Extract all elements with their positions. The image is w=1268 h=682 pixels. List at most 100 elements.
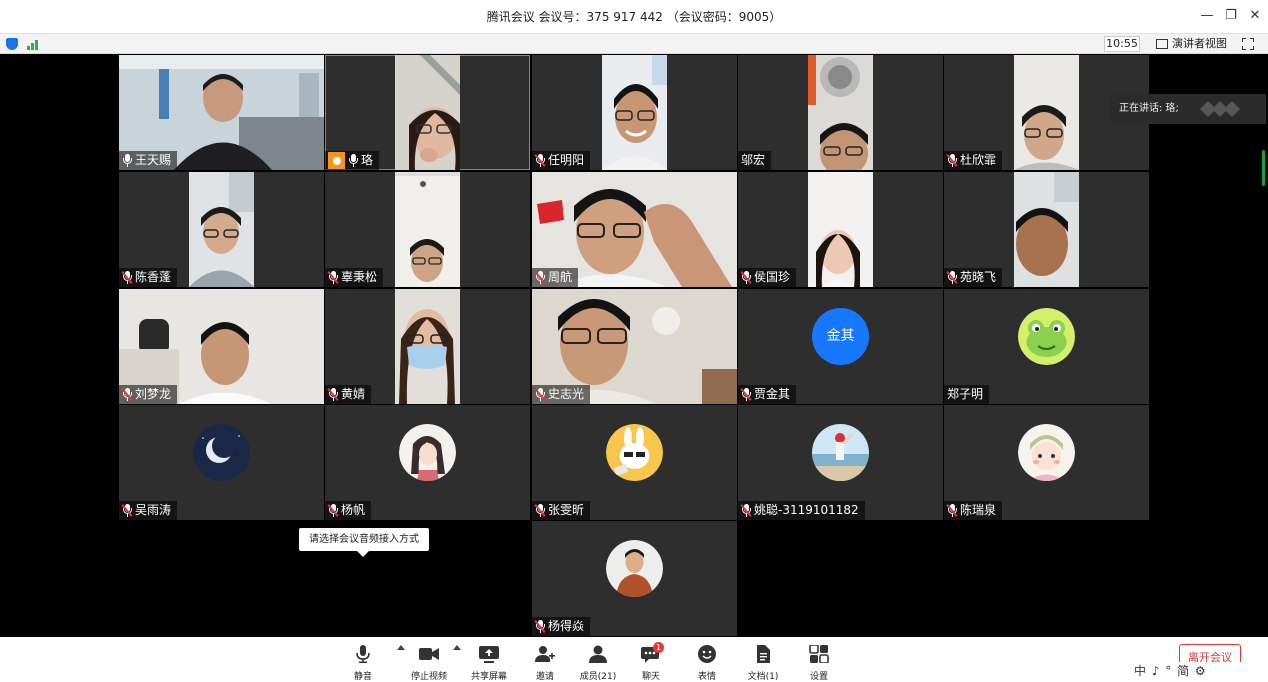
participant-name: 杜欣霏 — [960, 153, 997, 167]
participant-name: 陈瑞泉 — [960, 503, 997, 517]
participant-tile[interactable]: 刘梦龙 — [119, 289, 324, 404]
minimize-icon[interactable]: — — [1198, 7, 1216, 25]
participant-nameplate: 珞 — [325, 151, 380, 170]
chat-button[interactable]: 1 聊天 — [625, 641, 677, 682]
participant-tile[interactable]: 杨得焱 — [532, 521, 737, 636]
participant-name: 苑晓飞 — [960, 270, 997, 284]
microphone-muted-icon — [946, 271, 958, 284]
microphone-muted-icon — [534, 271, 546, 284]
grid-scrollbar[interactable] — [1262, 150, 1265, 186]
members-button[interactable]: 成员(21) — [572, 641, 624, 682]
participant-name: 侯国珍 — [754, 270, 791, 284]
microphone-muted-icon — [327, 504, 339, 517]
smiley-icon — [698, 645, 716, 663]
speaker-view-icon — [1156, 39, 1168, 49]
frog-avatar-icon — [1018, 308, 1075, 365]
cartoon-child-avatar-icon — [1018, 424, 1075, 481]
participant-nameplate: 周航 — [532, 268, 579, 287]
participant-tile[interactable]: 王天赐 — [119, 55, 324, 170]
microphone-muted-icon — [534, 154, 546, 167]
stop-video-button[interactable]: 停止视频 — [403, 641, 455, 682]
participant-name: 辜秉松 — [341, 270, 378, 284]
info-bar: 10:55 演讲者视图 — [0, 33, 1268, 54]
participant-video — [395, 289, 460, 404]
participant-tile[interactable]: 周航 — [532, 172, 737, 287]
participant-name: 史志光 — [548, 387, 585, 401]
participant-nameplate: 贾金其 — [738, 385, 797, 404]
participant-tile-active-speaker[interactable]: 珞 — [325, 55, 530, 170]
invite-button[interactable]: 邀请 — [519, 641, 571, 682]
participant-tile[interactable]: 黄婧 — [325, 289, 530, 404]
audio-join-tooltip: 请选择会议音频接入方式 — [299, 528, 429, 557]
add-user-icon — [535, 646, 555, 662]
participant-nameplate: 辜秉松 — [325, 268, 384, 287]
microphone-icon — [122, 154, 132, 167]
microphone-muted-icon — [740, 504, 752, 517]
invite-label: 邀请 — [535, 672, 554, 682]
chat-label: 聊天 — [641, 672, 660, 682]
microphone-muted-icon — [327, 271, 339, 284]
microphone-muted-icon — [946, 154, 958, 167]
mute-button[interactable]: 静音 — [337, 641, 389, 682]
video-options-chevron-icon[interactable] — [453, 645, 461, 650]
participant-nameplate: 吴雨涛 — [119, 501, 178, 520]
participant-name: 珞 — [361, 153, 374, 167]
participant-nameplate: 陈香蓬 — [119, 268, 178, 287]
participant-name: 黄婧 — [341, 387, 366, 401]
microphone-muted-icon — [740, 271, 752, 284]
meeting-window: 腾讯会议 会议号：375 917 442 （会议密码：9005） — ❐ ✕ 1… — [0, 0, 1268, 682]
security-shield-icon[interactable] — [6, 38, 18, 50]
settings-button[interactable]: 设置 — [793, 641, 845, 682]
participant-video — [1014, 55, 1079, 170]
network-signal-icon[interactable] — [27, 38, 41, 50]
participant-tile[interactable]: 陈瑞泉 — [944, 405, 1149, 520]
participant-nameplate: 刘梦龙 — [119, 385, 178, 404]
participant-tile[interactable]: 郑子明 — [944, 289, 1149, 404]
participant-nameplate: 王天赐 — [119, 151, 178, 170]
microphone-icon — [348, 154, 358, 167]
reactions-button[interactable]: 表情 — [681, 641, 733, 682]
documents-button[interactable]: 文档(1) — [737, 641, 789, 682]
participant-name: 吴雨涛 — [135, 503, 172, 517]
participant-video — [808, 55, 873, 170]
participant-tile[interactable]: 吴雨涛 — [119, 405, 324, 520]
tencent-meeting-logo-icon — [1200, 101, 1240, 117]
settings-grid-icon — [809, 644, 829, 664]
host-icon — [328, 152, 345, 169]
microphone-muted-icon — [121, 271, 133, 284]
restore-icon[interactable]: ❐ — [1222, 7, 1240, 25]
speaker-view-button[interactable]: 演讲者视图 — [1156, 36, 1227, 52]
participant-name: 陈香蓬 — [135, 270, 172, 284]
ime-status-bar[interactable]: 中 ♪ ° 简 ⚙ — [1134, 662, 1268, 680]
participant-tile[interactable]: 任明阳 — [532, 55, 737, 170]
microphone-icon — [356, 645, 370, 663]
speaking-indicator: 正在讲话: 珞; — [1110, 94, 1266, 124]
participant-tile[interactable]: 张雯昕 — [532, 405, 737, 520]
participant-tile[interactable]: 苑晓飞 — [944, 172, 1149, 287]
seaside-photo-avatar-icon — [812, 424, 869, 481]
fullscreen-icon[interactable] — [1242, 38, 1254, 50]
members-label: 成员(21) — [579, 672, 617, 682]
participant-tile[interactable]: 陈香蓬 — [119, 172, 324, 287]
participant-name: 贾金其 — [754, 387, 791, 401]
participant-avatar: 金其 — [812, 308, 869, 365]
participant-tile[interactable]: 辜秉松 — [325, 172, 530, 287]
participant-tile[interactable]: 侯国珍 — [738, 172, 943, 287]
participant-tile[interactable]: 史志光 — [532, 289, 737, 404]
microphone-muted-icon — [946, 504, 958, 517]
participant-tile[interactable]: 金其 贾金其 — [738, 289, 943, 404]
share-screen-button[interactable]: 共享屏幕 — [463, 641, 515, 682]
microphone-muted-icon — [327, 388, 339, 401]
document-icon — [757, 645, 770, 663]
speaking-text: 正在讲话: 珞; — [1119, 103, 1179, 114]
participant-video — [395, 172, 460, 287]
microphone-muted-icon — [534, 504, 546, 517]
rabbit-avatar-icon — [606, 424, 663, 481]
participant-tile[interactable]: 姚聪-3119101182 — [738, 405, 943, 520]
participant-tile[interactable]: 邬宏 — [738, 55, 943, 170]
man-photo-avatar-icon — [606, 540, 663, 597]
participant-nameplate: 任明阳 — [532, 151, 591, 170]
participant-tile[interactable]: 杨帆 — [325, 405, 530, 520]
close-icon[interactable]: ✕ — [1246, 7, 1264, 25]
participant-nameplate: 杨得焱 — [532, 617, 591, 636]
